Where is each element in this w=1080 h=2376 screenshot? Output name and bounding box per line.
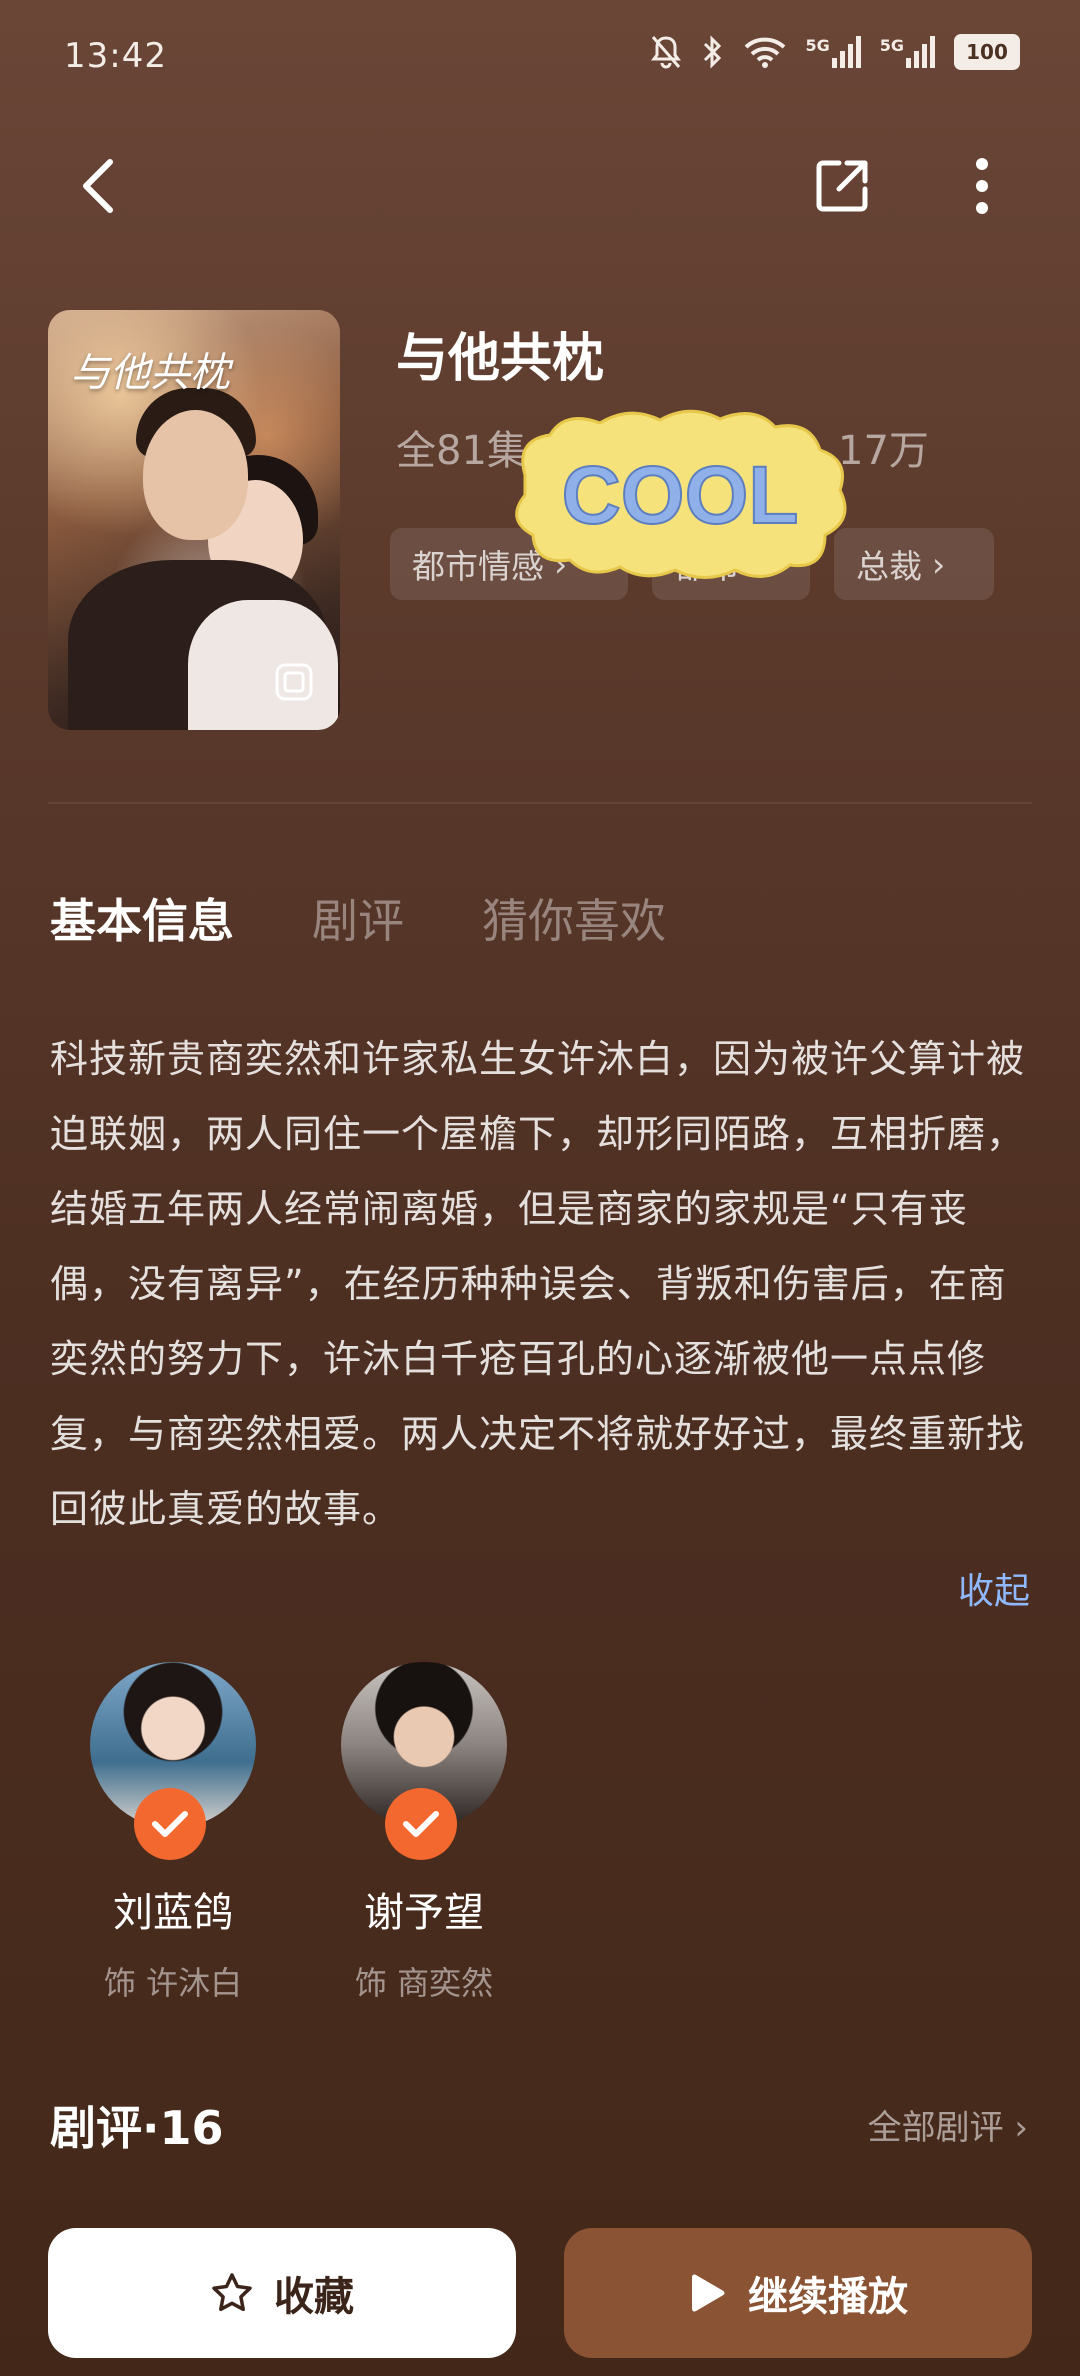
favorite-label: 收藏 bbox=[274, 2275, 354, 2319]
synopsis-text: 科技新贵商奕然和许家私生女许沐白，因为被许父算计被迫联姻，两人同住一个屋檐下，却… bbox=[50, 1037, 1026, 1531]
gallery-icon bbox=[275, 663, 313, 701]
cast-name: 谢予望 bbox=[364, 1890, 484, 1936]
cast-name: 刘蓝鸽 bbox=[113, 1890, 233, 1936]
cast-member[interactable]: 谢予望 饰 商奕然 bbox=[324, 1662, 524, 2004]
collapse-link[interactable]: 收起 bbox=[958, 1562, 1030, 1614]
more-button[interactable] bbox=[942, 146, 1022, 226]
network-label: 5G bbox=[805, 36, 830, 55]
cast-role: 饰 商奕然 bbox=[354, 1964, 494, 2002]
share-icon bbox=[816, 160, 868, 212]
play-label: 继续播放 bbox=[748, 2275, 908, 2319]
tab-reviews[interactable]: 剧评 bbox=[312, 885, 404, 951]
signal-5g-1: 5G bbox=[805, 36, 861, 68]
check-icon bbox=[152, 1811, 188, 1837]
tab-basic-info[interactable]: 基本信息 bbox=[50, 885, 234, 951]
sticker-text: COOL bbox=[562, 450, 799, 541]
share-button[interactable] bbox=[802, 146, 882, 226]
verified-badge bbox=[385, 1788, 457, 1860]
more-icon bbox=[976, 158, 988, 214]
tab-recommendations[interactable]: 猜你喜欢 bbox=[482, 885, 666, 951]
status-icons: 5G 5G 100 bbox=[649, 34, 1020, 70]
mute-icon bbox=[651, 36, 682, 69]
back-icon bbox=[83, 159, 113, 213]
network-label: 5G bbox=[879, 36, 904, 55]
continue-play-button[interactable]: 继续播放 bbox=[564, 2228, 1032, 2358]
status-time: 13:42 bbox=[64, 36, 167, 76]
cast-member[interactable]: 刘蓝鸽 饰 许沐白 bbox=[73, 1662, 273, 2004]
reviews-title: 剧评·16 bbox=[50, 2101, 224, 2155]
signal-icon bbox=[906, 36, 935, 68]
back-button[interactable] bbox=[58, 146, 138, 226]
cast-role: 饰 许沐白 bbox=[103, 1964, 243, 2002]
favorite-button[interactable]: 收藏 bbox=[48, 2228, 516, 2358]
genre-label: 总裁 bbox=[856, 547, 922, 586]
chevron-right-icon: › bbox=[1014, 2108, 1028, 2148]
signal-5g-2: 5G bbox=[880, 36, 936, 68]
chevron-right-icon: › bbox=[932, 544, 946, 584]
divider bbox=[48, 802, 1032, 804]
poster-title: 与他共枕 bbox=[70, 350, 230, 396]
all-reviews-link[interactable]: 全部剧评 › bbox=[868, 2100, 1028, 2149]
all-reviews-label: 全部剧评 bbox=[867, 2108, 1004, 2148]
check-icon bbox=[403, 1811, 439, 1837]
drama-poster[interactable]: 与他共枕 bbox=[48, 310, 340, 730]
bluetooth-icon bbox=[704, 35, 722, 69]
star-icon bbox=[212, 2273, 252, 2312]
genre-chip[interactable]: 总裁 › bbox=[834, 528, 994, 600]
play-icon bbox=[692, 2274, 725, 2312]
signal-icon bbox=[831, 36, 861, 68]
battery-icon: 100 bbox=[954, 34, 1020, 70]
cool-sticker: COOL bbox=[515, 409, 847, 579]
verified-badge bbox=[134, 1788, 206, 1860]
drama-title: 与他共枕 bbox=[396, 329, 605, 389]
wifi-icon bbox=[745, 37, 786, 68]
tab-bar: 基本信息 剧评 猜你喜欢 bbox=[50, 885, 666, 951]
